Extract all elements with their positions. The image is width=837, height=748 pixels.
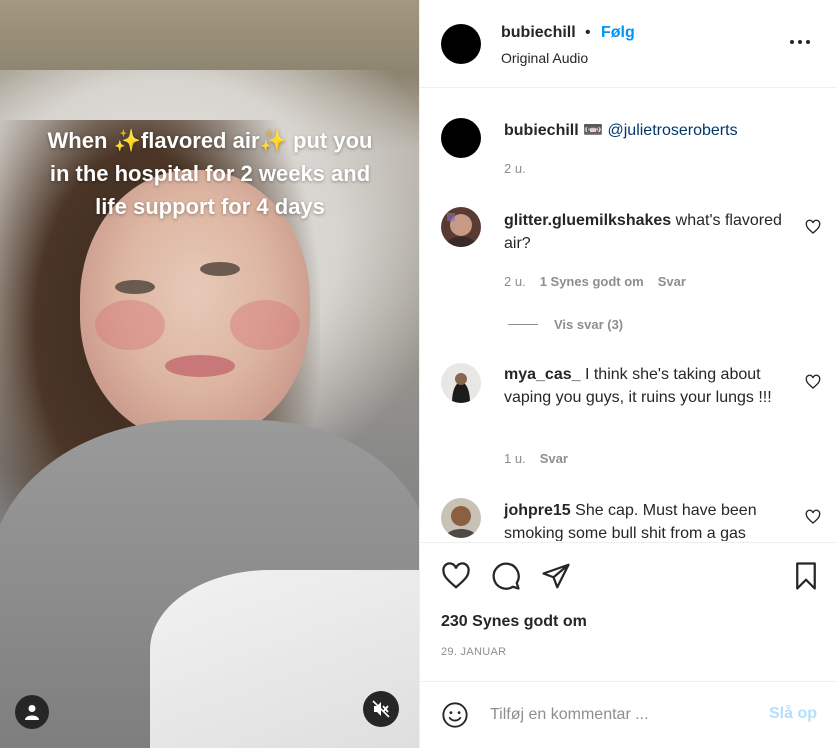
comment-text: glitter.gluemilkshakes what's flavored a… xyxy=(504,209,794,255)
comment-username[interactable]: mya_cas_ xyxy=(504,366,581,383)
video-frame-cheek xyxy=(95,300,165,350)
post-video[interactable]: When ✨flavored air✨ put you in the hospi… xyxy=(0,0,419,748)
user-icon xyxy=(25,705,39,720)
video-caption-overlay: When ✨flavored air✨ put you in the hospi… xyxy=(47,128,373,219)
heart-icon[interactable] xyxy=(441,561,471,591)
caption-emoji: 📼 xyxy=(583,122,604,139)
post-comment-button[interactable]: Slå op xyxy=(769,705,817,723)
reply-button[interactable]: Svar xyxy=(540,451,568,466)
commenter-avatar[interactable] xyxy=(441,363,481,403)
video-frame-lips xyxy=(165,355,235,377)
separator-dot: • xyxy=(585,24,591,41)
avatar-image xyxy=(441,207,481,247)
caption-time[interactable]: 2 u. xyxy=(504,161,526,176)
heart-icon[interactable] xyxy=(805,374,821,390)
author-avatar[interactable] xyxy=(441,24,481,64)
comment-username[interactable]: glitter.gluemilkshakes xyxy=(504,212,671,229)
view-replies-label: Vis svar (3) xyxy=(554,317,624,332)
comment-meta: 2 u. 1 Synes godt om Svar xyxy=(504,274,686,289)
post-date[interactable]: 29. JANUAR xyxy=(441,646,506,658)
comment-text: johpre15 She cap. Must have been smoking… xyxy=(504,499,794,541)
video-frame-eye xyxy=(200,262,240,276)
mute-icon xyxy=(372,700,390,718)
comment-text: mya_cas_ I think she's taking about vapi… xyxy=(504,363,794,409)
comment-time[interactable]: 2 u. xyxy=(504,274,526,289)
action-icons xyxy=(441,561,821,591)
comment-input[interactable] xyxy=(490,702,750,728)
add-comment-bar: Slå op xyxy=(420,681,837,748)
follow-button[interactable]: Følg xyxy=(601,24,635,42)
view-replies-button[interactable]: Vis svar (3) xyxy=(508,317,623,332)
emoji-icon[interactable] xyxy=(441,701,469,729)
mute-button[interactable] xyxy=(363,691,399,727)
avatar-image xyxy=(441,363,481,403)
avatar-image xyxy=(441,498,481,538)
likes-count[interactable]: 230 Synes godt om xyxy=(441,613,587,631)
author-avatar[interactable] xyxy=(441,118,481,158)
comments-list[interactable]: bubiechill 📼 @julietroseroberts 2 u. gli… xyxy=(420,89,837,541)
audio-link[interactable]: Original Audio xyxy=(501,50,588,66)
more-icon-dot xyxy=(806,40,810,44)
more-icon xyxy=(790,40,794,44)
author-username[interactable]: bubiechill xyxy=(501,24,576,42)
caption-username[interactable]: bubiechill xyxy=(504,122,579,139)
heart-icon[interactable] xyxy=(805,509,821,525)
commenter-avatar[interactable] xyxy=(441,498,481,538)
post-header: bubiechill • Følg Original Audio xyxy=(420,0,837,88)
comment-username[interactable]: johpre15 xyxy=(504,502,571,519)
more-icon-dot xyxy=(798,40,802,44)
caption-mention[interactable]: @julietroseroberts xyxy=(608,122,738,139)
video-frame-eye xyxy=(115,280,155,294)
caption-text: bubiechill 📼 @julietroseroberts xyxy=(504,120,738,140)
reply-button[interactable]: Svar xyxy=(658,274,686,289)
divider-line xyxy=(508,324,538,325)
bookmark-icon[interactable] xyxy=(793,561,819,591)
commenter-avatar[interactable] xyxy=(441,207,481,247)
more-options-button[interactable] xyxy=(790,32,816,52)
comment-likes[interactable]: 1 Synes godt om xyxy=(540,274,644,289)
comment-time[interactable]: 1 u. xyxy=(504,451,526,466)
heart-icon[interactable] xyxy=(805,219,821,235)
post-actions: 230 Synes godt om 29. JANUAR xyxy=(420,542,837,680)
tagged-users-button[interactable] xyxy=(15,695,49,729)
video-frame-cheek xyxy=(230,300,300,350)
post-side-panel: bubiechill • Følg Original Audio bubiech… xyxy=(419,0,837,748)
share-icon[interactable] xyxy=(541,561,571,591)
comment-icon[interactable] xyxy=(491,561,521,591)
comment-meta: 1 u. Svar xyxy=(504,451,568,466)
